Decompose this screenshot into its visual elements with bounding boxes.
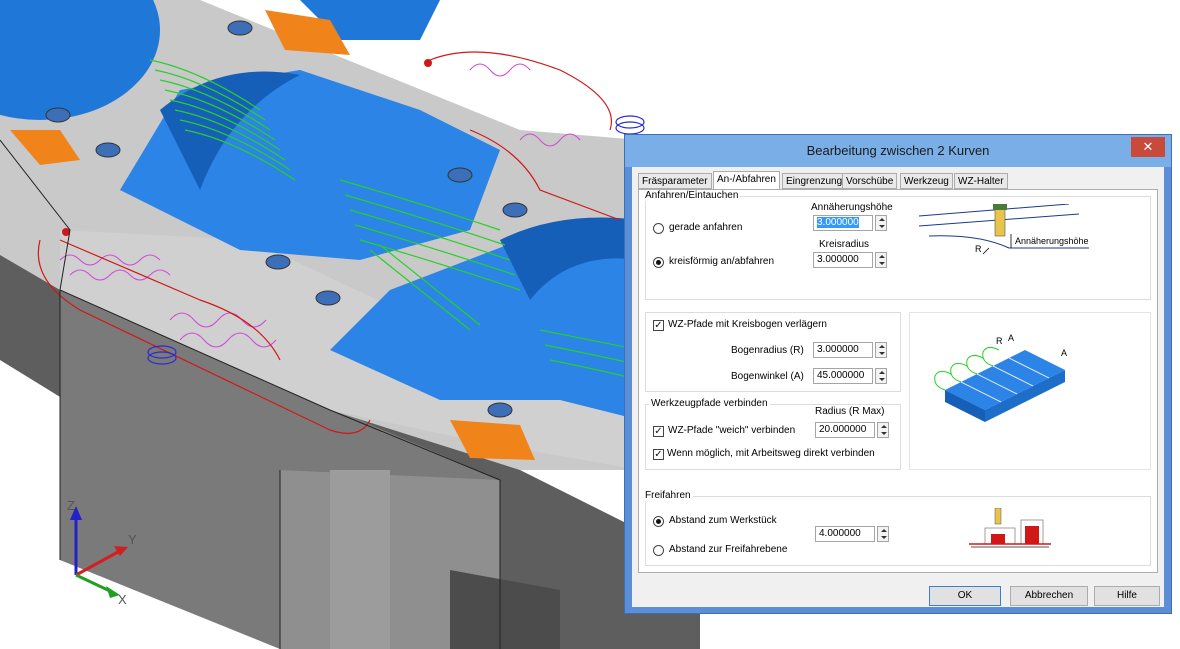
checkbox-soft-connect-label[interactable]: WZ-Pfade "weich" verbinden [668, 425, 795, 436]
arc-diagram-r-label: R [996, 336, 1003, 346]
approach-diagram-r-label: R [975, 244, 982, 254]
checkbox-soft-connect[interactable]: ✓ [653, 426, 664, 437]
tab-wz-halter[interactable]: WZ-Halter [954, 173, 1008, 189]
close-button[interactable]: ✕ [1131, 137, 1165, 157]
dialog-client: Fräsparameter An-/Abfahren Eingrenzung V… [632, 167, 1164, 607]
checkbox-direct-connect[interactable]: ✓ [653, 449, 664, 460]
checkbox-arc-extension-label[interactable]: WZ-Pfade mit Kreisbogen verlägern [668, 319, 827, 330]
group-retract [645, 496, 1151, 566]
approach-diagram [919, 204, 1089, 255]
group-retract-label: Freifahren [643, 490, 693, 501]
axis-label-x: X [118, 592, 127, 607]
radio-circular-approach-label[interactable]: kreisförmig an/abfahren [669, 256, 774, 267]
radio-straight-approach-label[interactable]: gerade anfahren [669, 222, 742, 233]
part-column [330, 470, 390, 649]
retract-distance-input[interactable]: 4.000000 [815, 526, 875, 542]
cancel-button[interactable]: Abbrechen [1010, 586, 1088, 606]
radio-retract-workpiece[interactable] [653, 516, 664, 527]
tab-werkzeug[interactable]: Werkzeug [900, 173, 953, 189]
radio-retract-workpiece-label[interactable]: Abstand zum Werkstück [669, 515, 777, 526]
radio-retract-plane-label[interactable]: Abstand zur Freifahrebene [669, 544, 787, 555]
arc-angle-spinner[interactable] [875, 368, 887, 384]
arc-radius-label: Bogenradius (R) [731, 345, 804, 356]
tool-symbol-1 [615, 115, 645, 135]
close-icon: ✕ [1142, 139, 1154, 154]
axis-label-z: Z [67, 498, 75, 513]
approach-diagram-height-label: Annäherungshöhe [1015, 236, 1089, 246]
connect-radius-label: Radius (R Max) [815, 406, 885, 417]
approach-height-spinner[interactable] [875, 215, 887, 231]
tab-vorschuebe[interactable]: Vorschübe [842, 173, 898, 189]
arc-angle-input[interactable]: 45.000000 [813, 368, 873, 384]
radio-straight-approach[interactable] [653, 223, 664, 234]
retract-diagram [969, 508, 1051, 548]
approach-radius-input[interactable]: 3.000000 [813, 252, 873, 268]
arc-angle-label: Bogenwinkel (A) [731, 371, 804, 382]
approach-radius-spinner[interactable] [875, 252, 887, 268]
tab-panel-an-abfahren: Anfahren/Eintauchen Annäherungshöhe 3.00… [638, 189, 1158, 573]
connect-radius-spinner[interactable] [877, 422, 889, 438]
approach-radius-label: Kreisradius [819, 239, 870, 250]
checkbox-arc-extension[interactable]: ✓ [653, 320, 664, 331]
radio-circular-approach[interactable] [653, 257, 664, 268]
radio-retract-plane[interactable] [653, 545, 664, 556]
arc-diagram-a-label: A [1008, 333, 1015, 343]
tab-an-abfahren[interactable]: An-/Abfahren [713, 171, 780, 190]
ok-button[interactable]: OK [929, 586, 1001, 606]
help-button[interactable]: Hilfe [1094, 586, 1160, 606]
tab-fraesparameter[interactable]: Fräsparameter [638, 173, 712, 189]
boundary-start-point [424, 59, 432, 67]
dialog-title: Bearbeitung zwischen 2 Kurven [806, 143, 990, 158]
approach-height-input[interactable]: 3.000000 [813, 215, 873, 231]
group-approach-label: Anfahren/Eintauchen [643, 190, 741, 201]
dialog-window: Bearbeitung zwischen 2 Kurven ✕ Fräspara… [624, 134, 1172, 614]
retract-distance-spinner[interactable] [877, 526, 889, 542]
checkbox-direct-connect-label[interactable]: Wenn möglich, mit Arbeitsweg direkt verb… [667, 448, 875, 459]
arc-extension-diagram [934, 346, 1065, 422]
arc-radius-input[interactable]: 3.000000 [813, 342, 873, 358]
arc-diagram-a-label-2: A [1061, 348, 1068, 358]
connect-radius-input[interactable]: 20.000000 [815, 422, 875, 438]
group-connect-label: Werkzeugpfade verbinden [649, 398, 770, 409]
tab-eingrenzung[interactable]: Eingrenzung [782, 173, 847, 189]
arc-radius-spinner[interactable] [875, 342, 887, 358]
approach-height-label: Annäherungshöhe [811, 202, 893, 213]
axis-label-y: Y [128, 532, 137, 547]
dialog-titlebar[interactable]: Bearbeitung zwischen 2 Kurven ✕ [625, 135, 1171, 167]
